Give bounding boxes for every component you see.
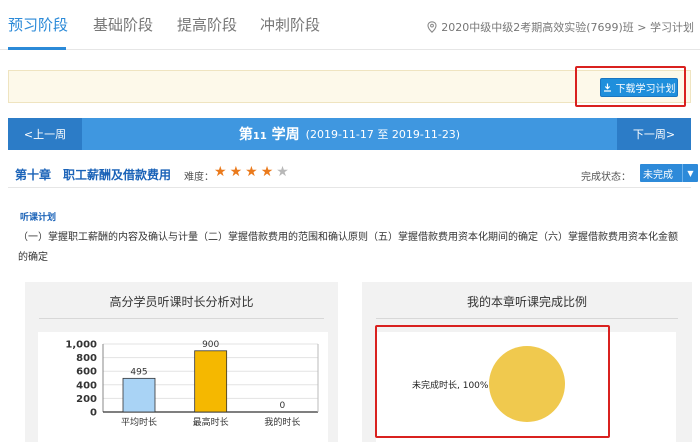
- difficulty-stars: ★ ★ ★ ★ ★: [214, 164, 289, 180]
- x-category-label: 我的时长: [264, 416, 300, 428]
- week-header: 第11 学周 (2019-11-17 至 2019-11-23): [82, 118, 617, 150]
- x-category-label: 平均时长: [121, 416, 157, 428]
- star-icon: ★: [260, 164, 274, 180]
- bar-chart-svg: 0 200 400 600 800 1,000 495 平均时长 900 最高时长 0 我的时长: [65, 340, 319, 428]
- x-category-label: 最高时长: [193, 416, 229, 428]
- completion-status-value: 未完成: [643, 169, 673, 181]
- bar: [194, 350, 228, 413]
- breadcrumb: 2020中级中级2考期高效实验(7699)班 > 学习计划: [427, 19, 694, 35]
- active-tab-indicator: [8, 47, 66, 50]
- lecture-plan-text: （一）掌握职工薪酬的内容及确认与计量（二）掌握借款费用的范围和确认原则（五）掌握…: [18, 232, 678, 263]
- breadcrumb-text: 2020中级中级2考期高效实验(7699)班 > 学习计划: [441, 21, 694, 34]
- star-icon: ★: [245, 164, 258, 180]
- bar-value-label: 0: [279, 401, 285, 411]
- star-icon: ★: [229, 164, 243, 180]
- tab-sprint[interactable]: 冲刺阶段: [260, 14, 320, 35]
- week-title: 第11 学周: [238, 127, 300, 143]
- location-pin-icon: [427, 21, 437, 33]
- week-date-range: (2019-11-17 至 2019-11-23): [305, 128, 461, 141]
- y-tick-label: 1,000: [65, 340, 97, 351]
- y-tick-label: 400: [76, 380, 97, 391]
- download-plan-button[interactable]: 下载学习计划: [600, 78, 678, 97]
- download-icon: [603, 83, 612, 92]
- y-tick-label: 800: [76, 353, 97, 364]
- status-label: 完成状态：: [581, 172, 631, 183]
- difficulty-label: 难度：: [184, 172, 214, 183]
- tab-basic[interactable]: 基础阶段: [93, 14, 153, 35]
- star-icon: ★: [214, 164, 227, 180]
- lecture-plan-label: 听课计划: [20, 213, 57, 223]
- card-divider: [39, 318, 324, 319]
- chapter-row: 第十章 职工薪酬及借款费用 难度： ★ ★ ★ ★ ★ 完成状态： 未完成 ▼: [8, 158, 698, 188]
- tab-preview[interactable]: 预习阶段: [8, 14, 68, 35]
- completion-status-dropdown[interactable]: 未完成 ▼: [640, 164, 698, 182]
- y-tick-label: 0: [90, 408, 97, 419]
- y-tick-label: 200: [76, 394, 97, 405]
- week-navigation-bar: <上一周 第11 学周 (2019-11-17 至 2019-11-23) 下一…: [8, 118, 691, 150]
- listening-time-chart-card: 高分学员听课时长分析对比 0 200 400 600 800 1,000 495 平均时长 90…: [25, 282, 338, 442]
- caret-down-icon: ▼: [682, 164, 698, 182]
- bar-value-label: 900: [202, 340, 219, 350]
- download-plan-label: 下载学习计划: [615, 84, 676, 95]
- tab-advanced[interactable]: 提高阶段: [177, 14, 237, 35]
- y-tick-label: 600: [76, 367, 97, 378]
- bar-value-label: 495: [130, 367, 147, 377]
- card-divider: [376, 318, 678, 319]
- pie-highlight-box: [375, 325, 610, 438]
- bar-chart-title: 高分学员听课时长分析对比: [109, 295, 254, 309]
- next-week-button[interactable]: 下一周>: [617, 118, 691, 150]
- prev-week-button[interactable]: <上一周: [8, 118, 82, 150]
- stage-tabs: 预习阶段 基础阶段 提高阶段 冲刺阶段 2020中级中级2考期高效实验(7699…: [0, 0, 700, 50]
- star-icon: ★: [276, 164, 289, 180]
- bar: [122, 377, 156, 413]
- bar-chart-area: 0 200 400 600 800 1,000 495 平均时长 900 最高时长 0 我的时长: [38, 332, 328, 442]
- chapter-title: 第十章 职工薪酬及借款费用: [15, 168, 172, 182]
- pie-chart-title: 我的本章听课完成比例: [466, 295, 587, 309]
